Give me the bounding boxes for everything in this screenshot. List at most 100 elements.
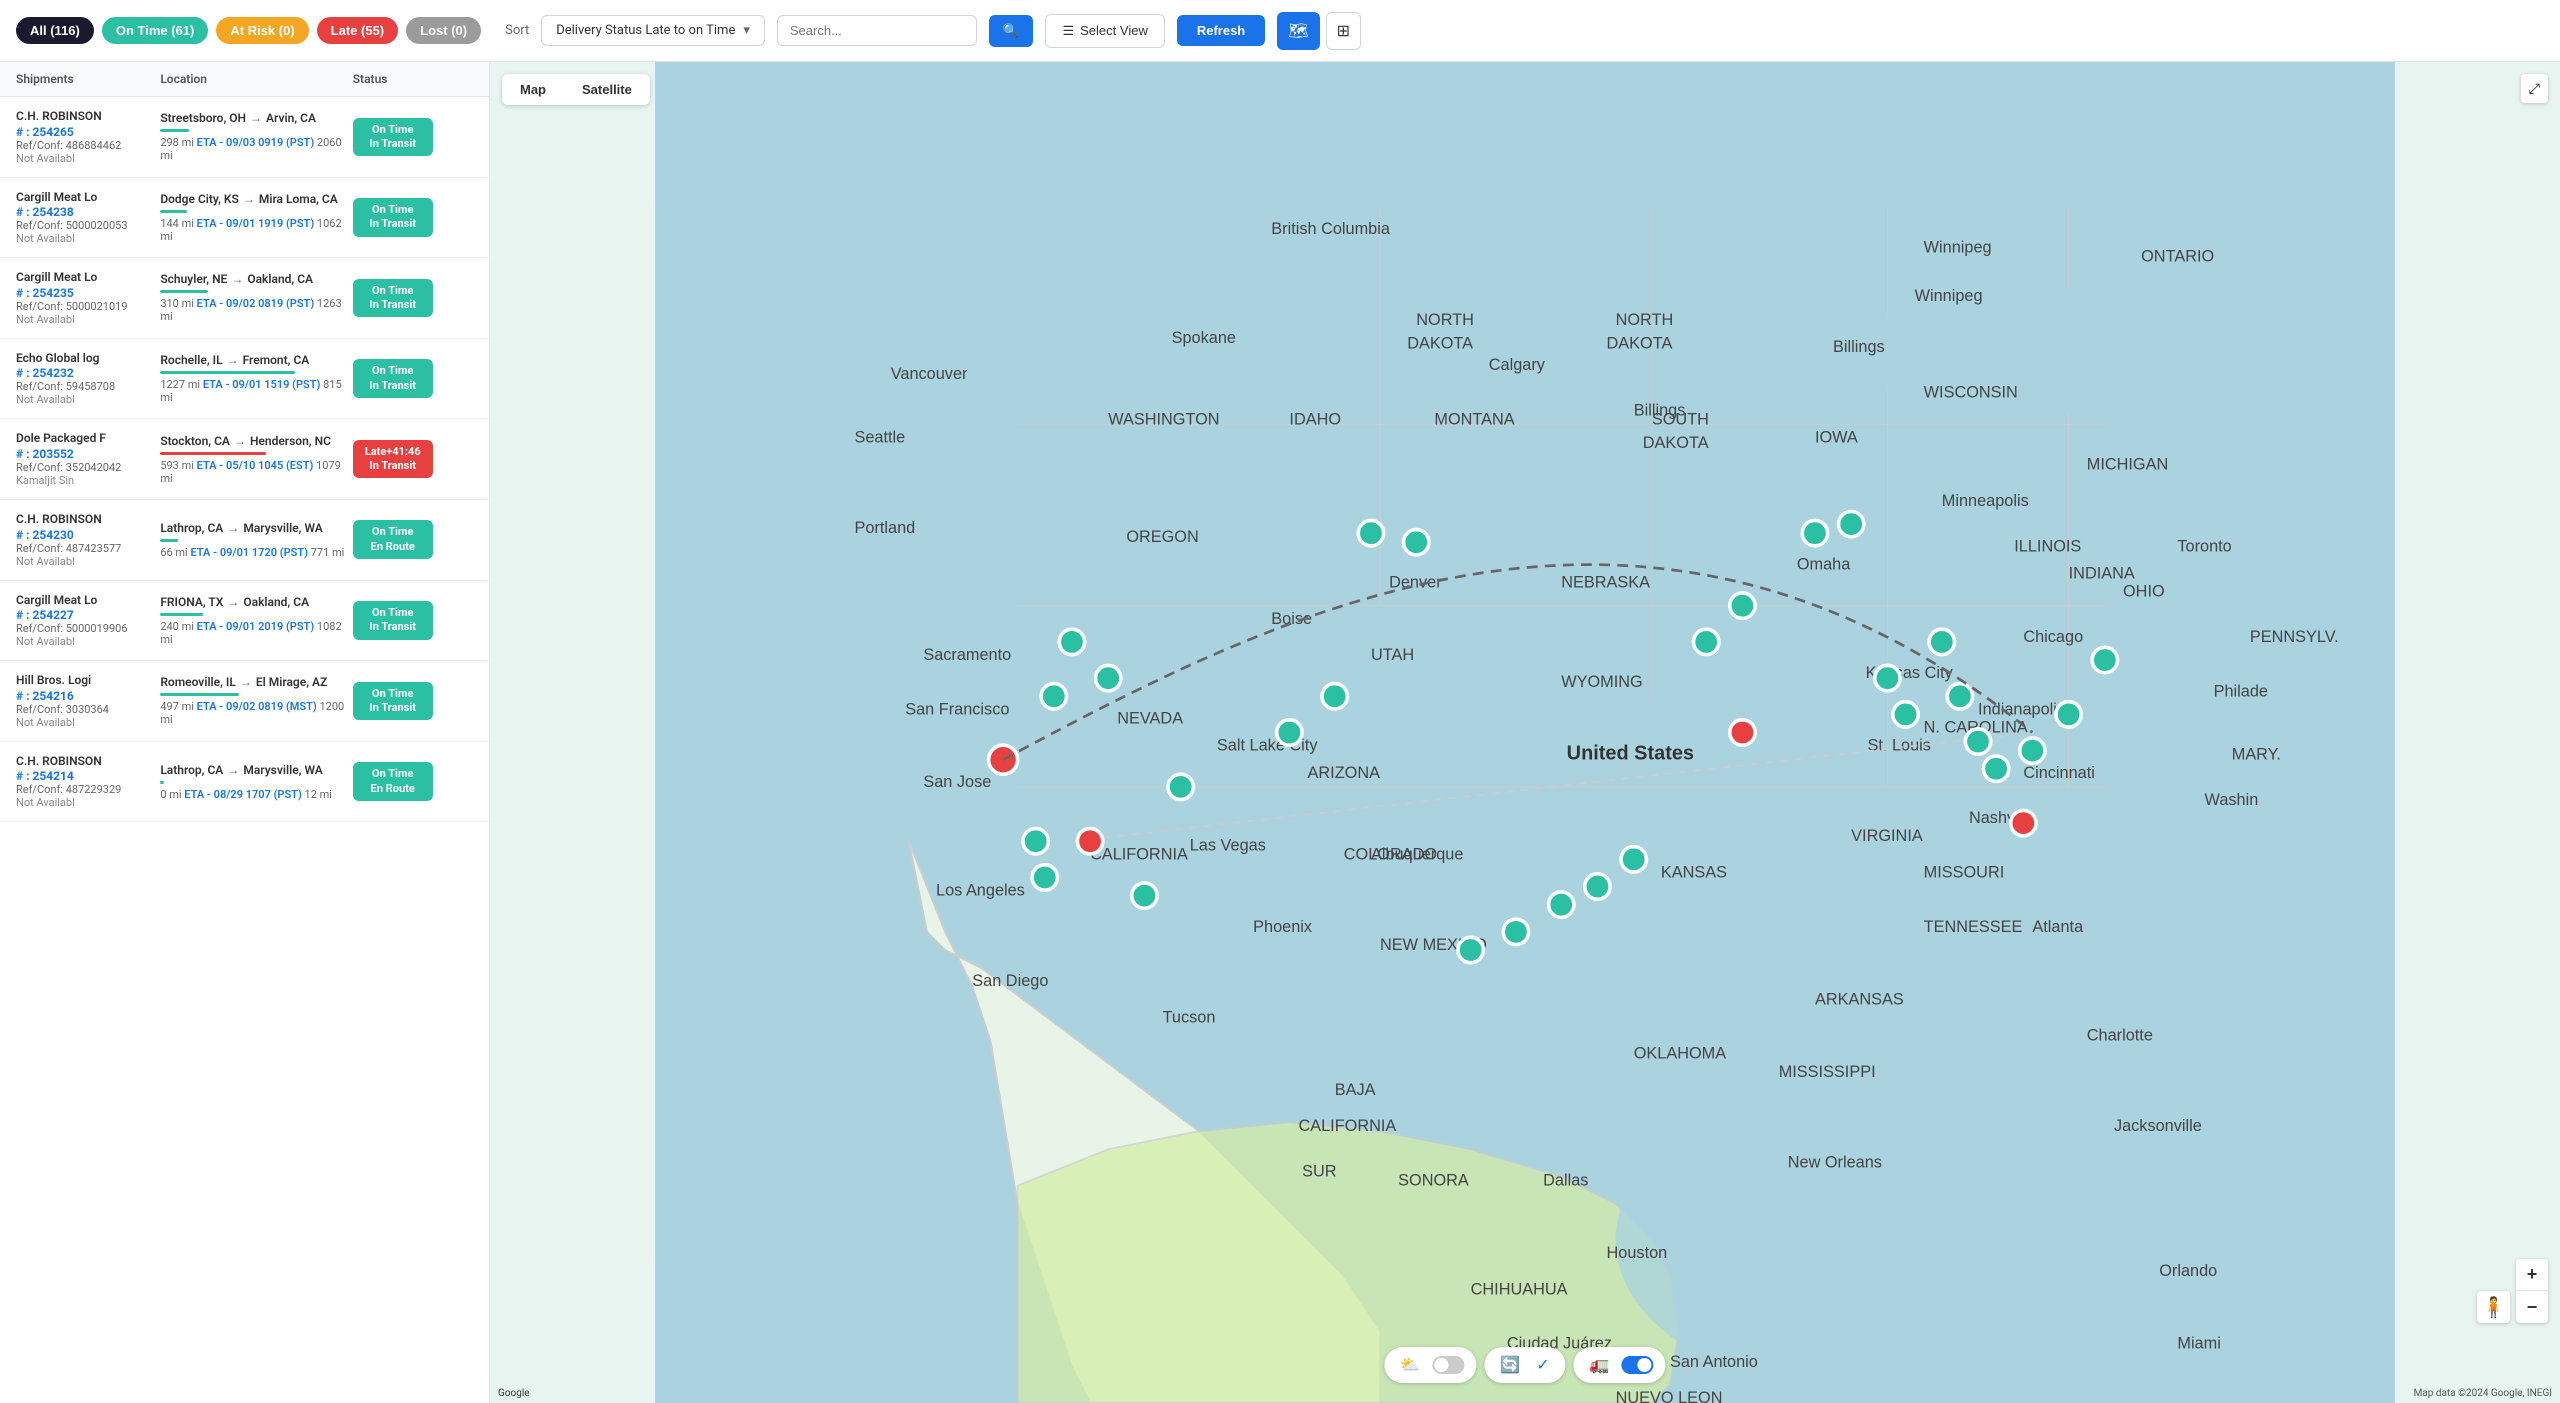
loc-dist: 66 mi [160, 546, 187, 559]
tab-all[interactable]: All (116) [16, 17, 94, 44]
ship-id: # : 254265 [16, 125, 160, 139]
map-bottom-controls: ⛅ 🔄 ✓ 🚛 [1384, 1347, 1665, 1383]
ship-info: Echo Global log # : 254232 Ref/Conf: 594… [16, 351, 160, 407]
svg-text:Dallas: Dallas [1543, 1172, 1588, 1190]
ship-company: Cargill Meat Lo [16, 593, 160, 609]
svg-text:TENNESSEE: TENNESSEE [1924, 918, 2023, 936]
loc-arrow-icon: → [231, 272, 243, 286]
loc-from: Rochelle, IL [160, 353, 222, 367]
ship-carrier: Not Availabl [16, 635, 160, 648]
ship-ref: Ref/Conf: 487229329 [16, 783, 160, 796]
svg-text:Atlanta: Atlanta [2032, 918, 2084, 936]
select-view-button[interactable]: ☰ Select View [1045, 14, 1164, 48]
status-badge: On Time In Transit [353, 118, 433, 157]
svg-text:IOWA: IOWA [1815, 429, 1858, 447]
table-row[interactable]: Echo Global log # : 254232 Ref/Conf: 594… [0, 339, 489, 420]
zoom-out-button[interactable]: − [2516, 1291, 2548, 1323]
status-line1: On Time [372, 525, 413, 539]
svg-text:San Jose: San Jose [923, 773, 991, 791]
status-badge: On Time In Transit [353, 601, 433, 640]
tab-lost[interactable]: Lost (0) [406, 17, 481, 44]
tab-late[interactable]: Late (55) [317, 17, 398, 44]
zoom-in-button[interactable]: + [2516, 1259, 2548, 1291]
svg-text:UTAH: UTAH [1371, 646, 1414, 664]
map-tab-satellite[interactable]: Satellite [564, 74, 650, 105]
loc-route: Dodge City, KS → Mira Loma, CA [160, 192, 352, 206]
sort-dropdown[interactable]: Delivery Status Late to on Time ▾ [541, 15, 765, 46]
ship-info: C.H. ROBINSON # : 254214 Ref/Conf: 48722… [16, 754, 160, 810]
table-row[interactable]: C.H. ROBINSON # : 254230 Ref/Conf: 48742… [0, 500, 489, 581]
loc-eta: ETA - 09/03 0919 (PST) [197, 136, 317, 149]
loc-detail: 497 mi ETA - 09/02 0819 (MST) 1200 mi [160, 700, 352, 726]
loc-route: FRIONA, TX → Oakland, CA [160, 595, 352, 609]
truck-icon[interactable]: 🚛 [1586, 1353, 1614, 1377]
loc-dist: 1227 mi [160, 378, 200, 391]
loc-total: 771 mi [311, 546, 345, 559]
loc-from: Lathrop, CA [160, 521, 223, 535]
traffic-icon[interactable]: 🔄 [1496, 1353, 1524, 1377]
loc-from: Schuyler, NE [160, 272, 227, 286]
street-view-button[interactable]: 🧍 [2477, 1291, 2510, 1323]
map-expand-button[interactable]: ⤢ [2521, 74, 2548, 103]
ship-info: C.H. ROBINSON # : 254265 Ref/Conf: 48688… [16, 109, 160, 165]
search-button[interactable]: 🔍 [989, 15, 1034, 47]
ship-id: # : 254232 [16, 366, 160, 380]
svg-text:NEBRASKA: NEBRASKA [1561, 574, 1650, 592]
ship-location: Rochelle, IL → Fremont, CA 1227 mi ETA -… [160, 353, 352, 404]
table-row[interactable]: Cargill Meat Lo # : 254238 Ref/Conf: 500… [0, 178, 489, 259]
svg-text:Vancouver: Vancouver [891, 365, 968, 383]
ship-location: FRIONA, TX → Oakland, CA 240 mi ETA - 09… [160, 595, 352, 646]
table-row[interactable]: Dole Packaged F # : 203552 Ref/Conf: 352… [0, 419, 489, 500]
list-icon: ☰ [1062, 23, 1074, 39]
table-row[interactable]: Cargill Meat Lo # : 254227 Ref/Conf: 500… [0, 581, 489, 662]
ship-carrier: Not Availabl [16, 232, 160, 245]
col-location: Location [160, 72, 352, 86]
svg-text:ONTARIO: ONTARIO [2141, 247, 2214, 265]
map-view-button[interactable]: 🗺 [1277, 12, 1319, 50]
truck-toggle[interactable] [1622, 1356, 1654, 1374]
loc-eta: ETA - 09/02 0819 (PST) [197, 297, 317, 310]
search-input[interactable] [790, 23, 950, 38]
ship-carrier: Not Availabl [16, 716, 160, 729]
svg-text:Indianapolis: Indianapolis [1978, 700, 2065, 718]
svg-text:Winnipeg: Winnipeg [1924, 238, 1992, 256]
loc-from: Streetsboro, OH [160, 111, 246, 125]
table-row[interactable]: C.H. ROBINSON # : 254214 Ref/Conf: 48722… [0, 742, 489, 823]
col-shipments: Shipments [16, 72, 160, 86]
tab-atrisk[interactable]: At Risk (0) [216, 17, 308, 44]
svg-text:OKLAHOMA: OKLAHOMA [1634, 1045, 1727, 1063]
ship-info: Cargill Meat Lo # : 254227 Ref/Conf: 500… [16, 593, 160, 649]
table-row[interactable]: C.H. ROBINSON # : 254265 Ref/Conf: 48688… [0, 97, 489, 178]
svg-text:CHIHUAHUA: CHIHUAHUA [1471, 1280, 1568, 1298]
status-badge: On Time In Transit [353, 279, 433, 318]
grid-view-button[interactable]: ⊞ [1326, 12, 1361, 50]
status-line1: On Time [372, 123, 413, 137]
tab-ontime[interactable]: On Time (61) [102, 17, 209, 44]
svg-text:PENNSYLV.: PENNSYLV. [2250, 628, 2339, 646]
ship-company: Cargill Meat Lo [16, 270, 160, 286]
svg-text:NEVADA: NEVADA [1117, 709, 1183, 727]
svg-text:Billings: Billings [1833, 338, 1885, 356]
status-line2: In Transit [370, 459, 416, 473]
svg-text:St. Louis: St. Louis [1867, 737, 1930, 755]
table-row[interactable]: Hill Bros. Logi # : 254216 Ref/Conf: 303… [0, 661, 489, 742]
loc-detail: 593 mi ETA - 05/10 1045 (EST) 1079 mi [160, 459, 352, 485]
svg-text:British Columbia: British Columbia [1271, 220, 1391, 238]
svg-text:Jacksonville: Jacksonville [2114, 1117, 2202, 1135]
loc-arrow-icon: → [227, 595, 239, 609]
status-line2: In Transit [370, 379, 416, 393]
refresh-button[interactable]: Refresh [1177, 15, 1265, 46]
check-icon[interactable]: ✓ [1532, 1353, 1553, 1377]
loc-arrow-icon: → [240, 675, 252, 689]
main-content: Shipments Location Status C.H. ROBINSON … [0, 62, 2560, 1403]
weather-toggle[interactable] [1432, 1356, 1464, 1374]
map-tab-map[interactable]: Map [502, 74, 564, 105]
ship-carrier: Not Availabl [16, 796, 160, 809]
chevron-down-icon: ▾ [743, 23, 750, 38]
ship-ref: Ref/Conf: 5000020053 [16, 219, 160, 232]
map-zoom-controls: + − [2516, 1259, 2548, 1323]
status-badge: On Time In Transit [353, 682, 433, 721]
loc-from: Romeoville, IL [160, 675, 236, 689]
table-row[interactable]: Cargill Meat Lo # : 254235 Ref/Conf: 500… [0, 258, 489, 339]
weather-icon[interactable]: ⛅ [1396, 1353, 1424, 1377]
